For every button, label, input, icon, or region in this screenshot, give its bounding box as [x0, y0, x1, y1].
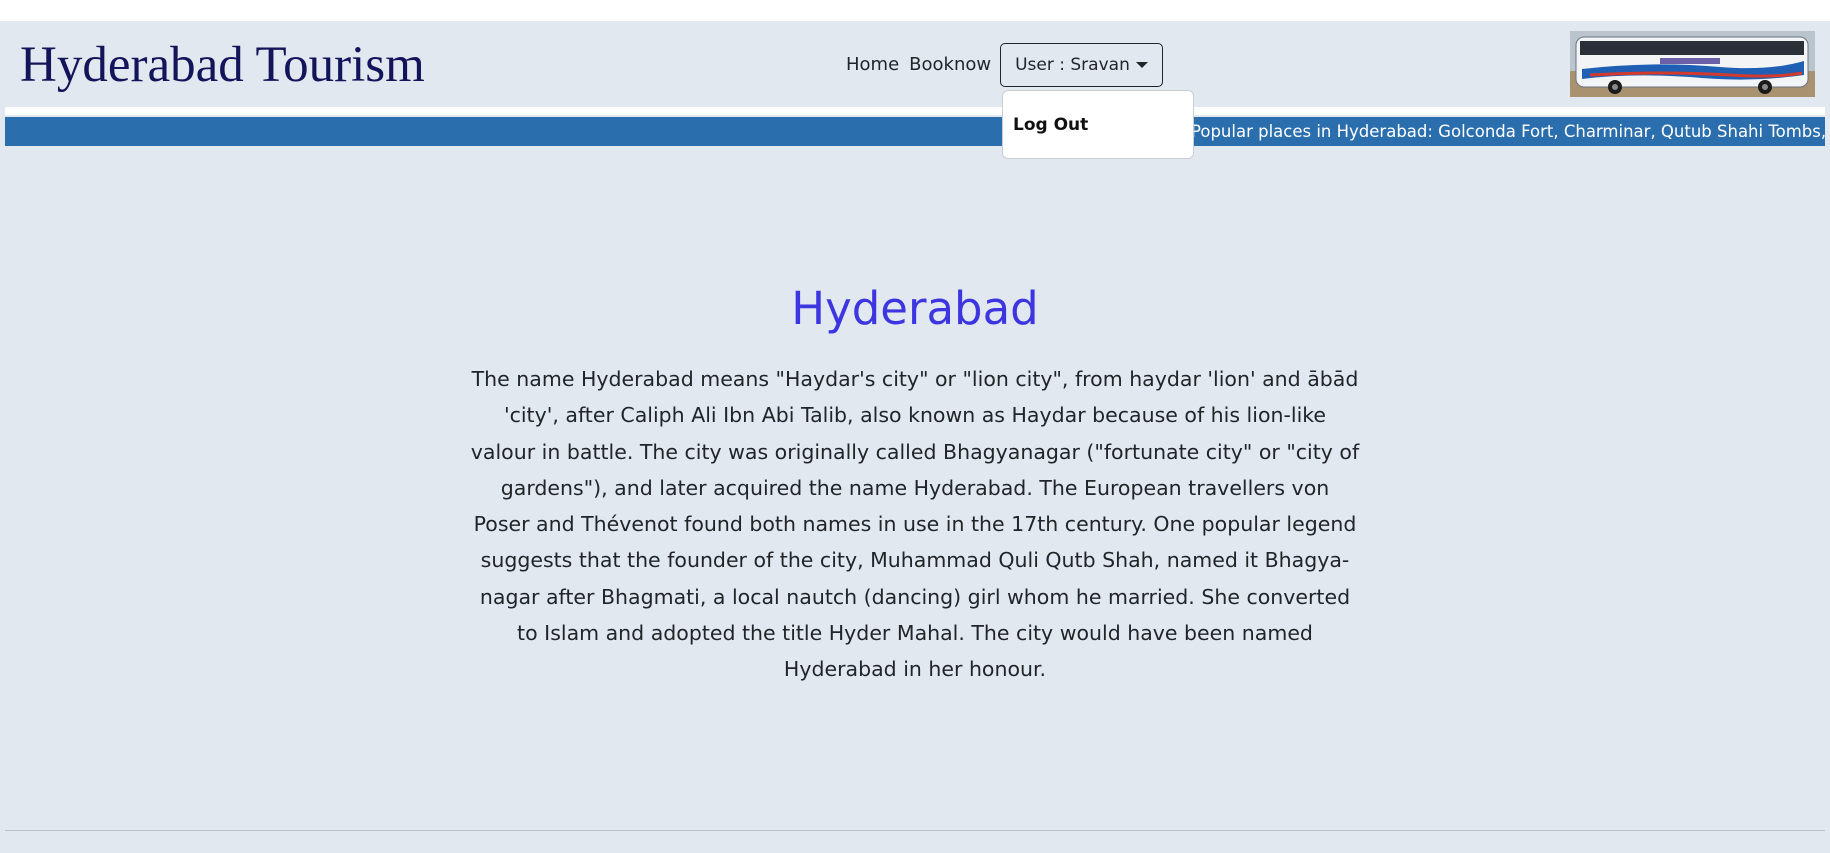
main-content: Hyderabad The name Hyderabad means "Hayd… [470, 275, 1360, 688]
nav-links: Home Booknow User : Sravan [841, 41, 1163, 89]
bus-photo-drawing [1570, 31, 1815, 97]
nav-link-booknow[interactable]: Booknow [904, 41, 996, 89]
user-dropdown-menu: Log Out [1002, 90, 1194, 159]
navbar: Hyderabad Tourism Home Booknow User : Sr… [5, 21, 1825, 107]
brand-title[interactable]: Hyderabad Tourism [20, 35, 425, 95]
page-title: Hyderabad [791, 282, 1039, 335]
nav-link-home[interactable]: Home [841, 41, 904, 89]
user-dropdown-label: User : Sravan [1015, 55, 1130, 75]
navbar-divider [5, 107, 1825, 115]
top-white-strip [0, 0, 1830, 21]
footer-divider [5, 830, 1825, 831]
logout-menu-item[interactable]: Log Out [1013, 115, 1088, 135]
page: Hyderabad Tourism Home Booknow User : Sr… [0, 0, 1830, 853]
user-dropdown-button[interactable]: User : Sravan [1000, 43, 1163, 87]
places-marquee: Popular places in Hyderabad: Golconda Fo… [5, 117, 1825, 146]
marquee-text: Popular places in Hyderabad: Golconda Fo… [1191, 122, 1825, 141]
description-paragraph: The name Hyderabad means "Haydar's city"… [470, 367, 1360, 682]
bus-photo [1570, 31, 1815, 97]
caret-down-icon [1135, 62, 1148, 68]
